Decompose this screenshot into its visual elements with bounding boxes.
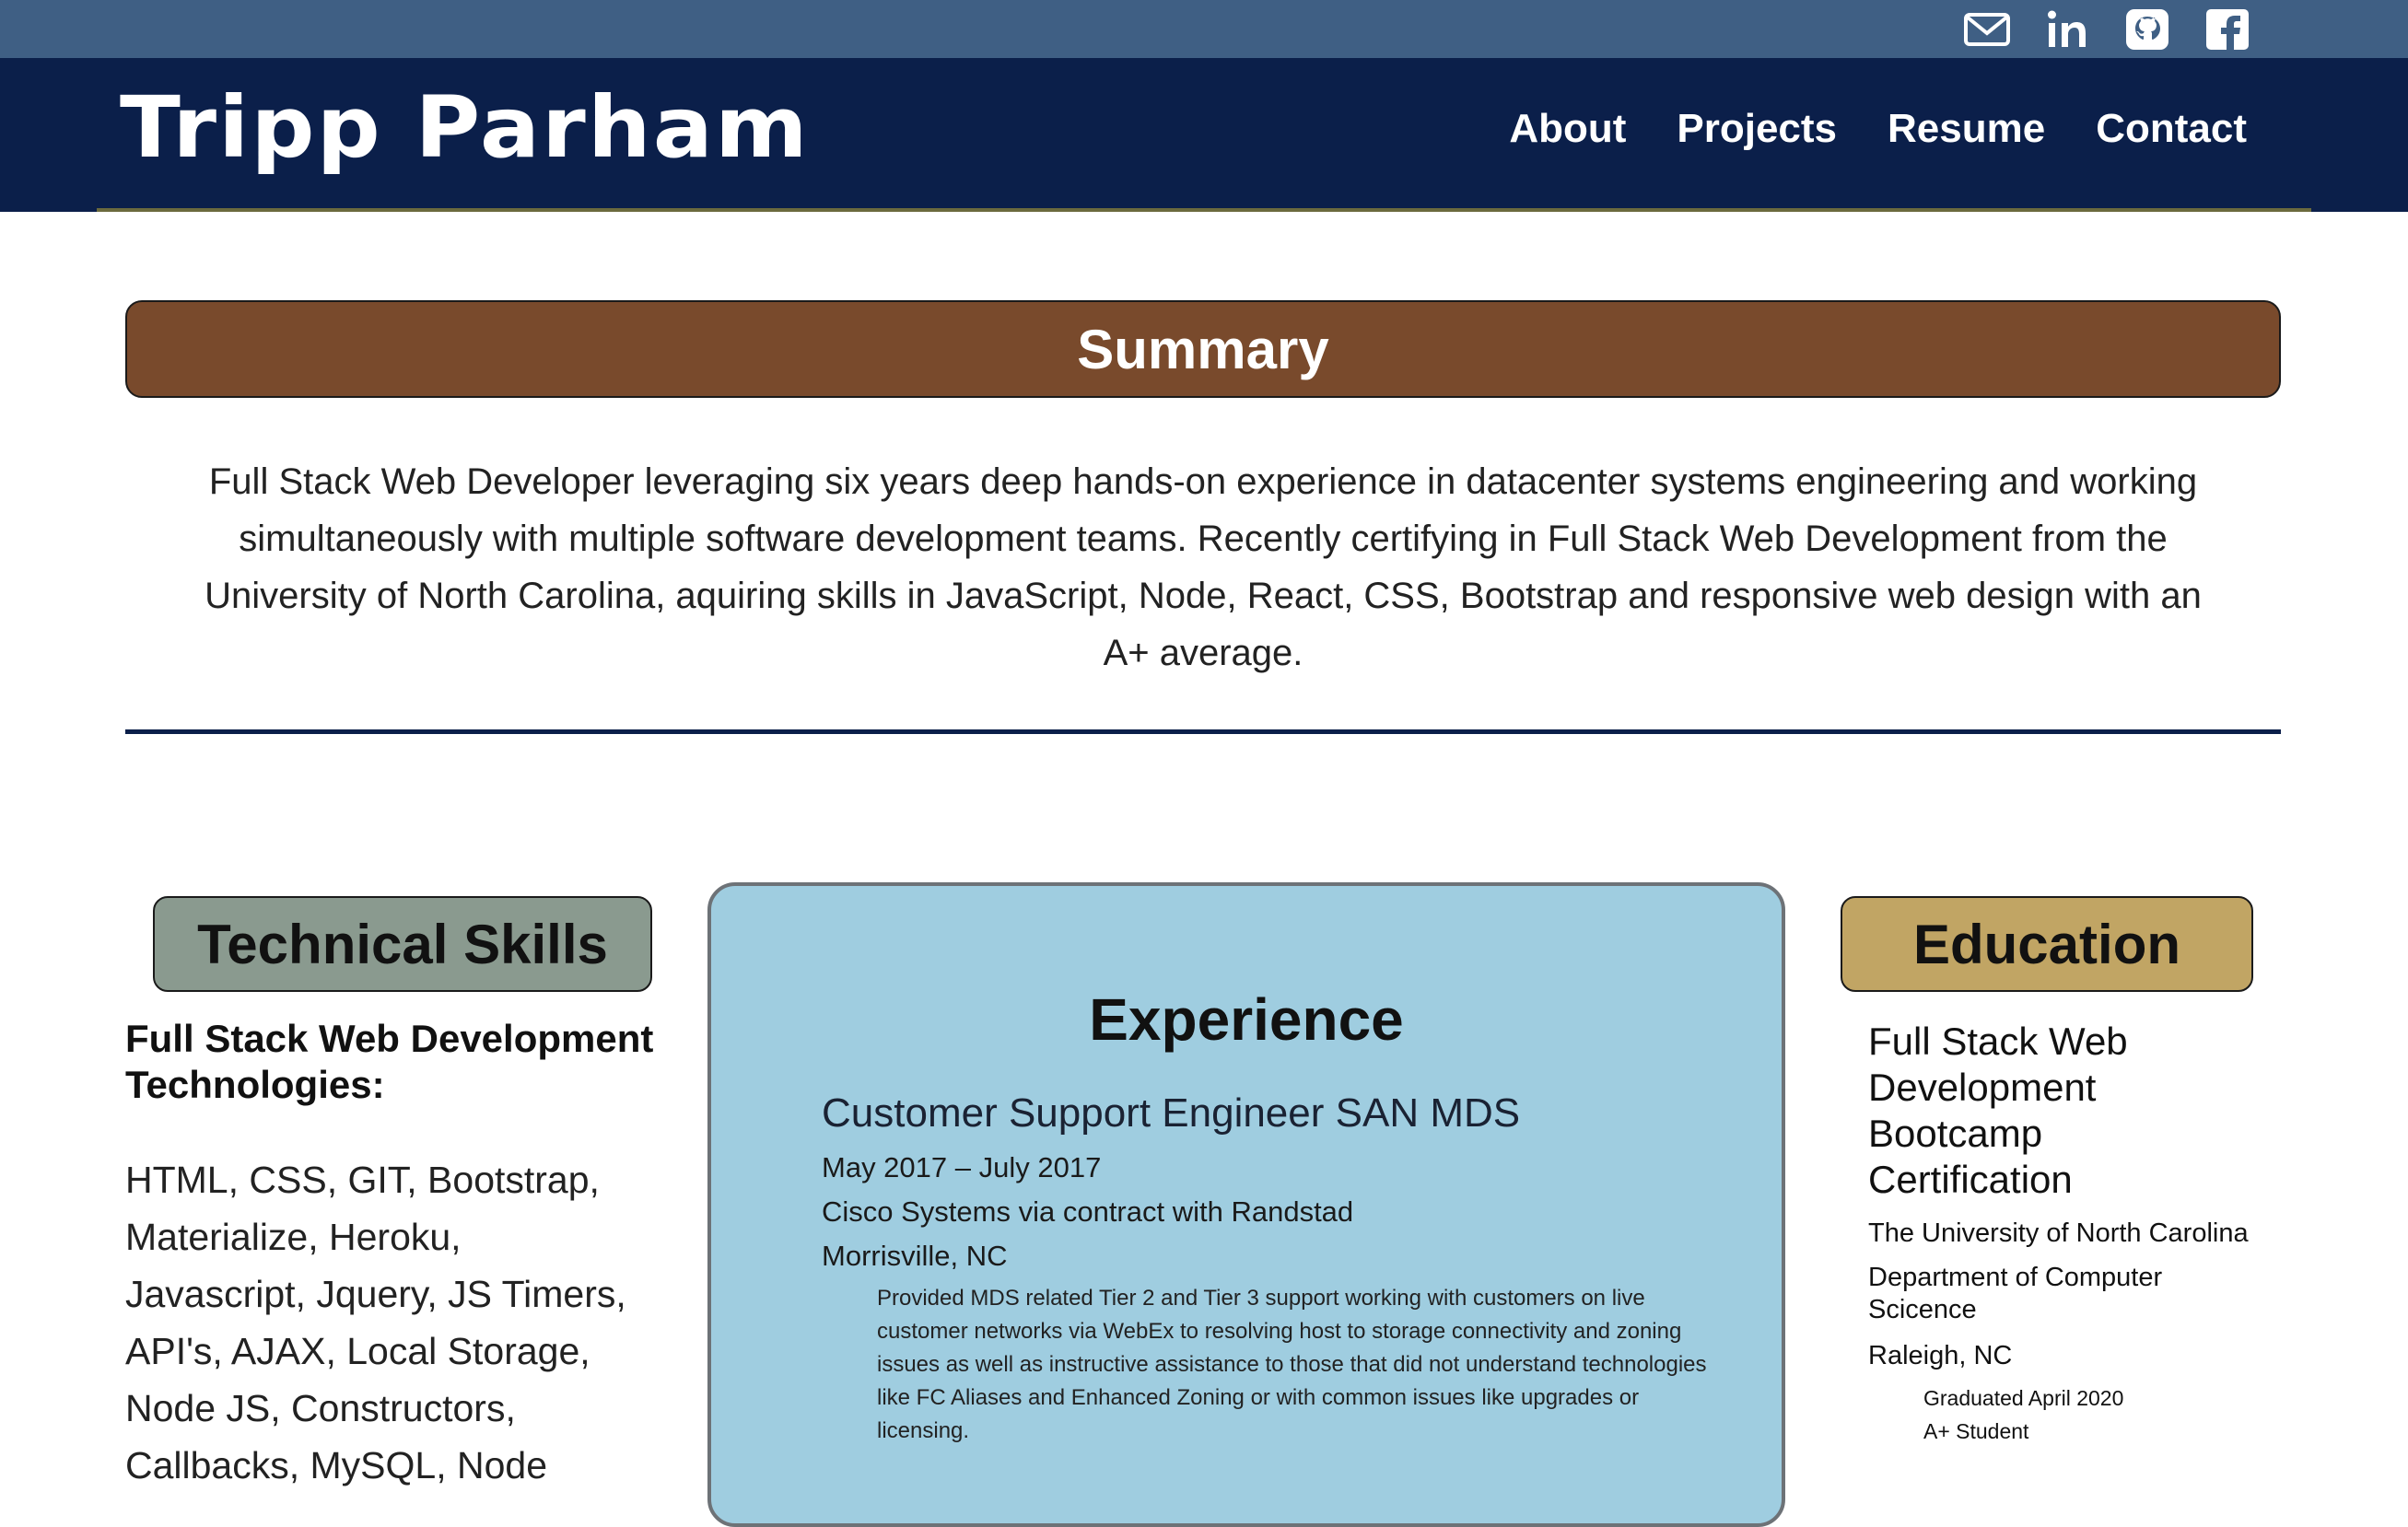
navbar-underline: [97, 208, 2311, 212]
social-links: [1963, 7, 2251, 52]
job-description-line: issues as well as instructive assistance…: [877, 1352, 1707, 1377]
job-location: Morrisville, NC: [822, 1240, 1008, 1272]
github-link[interactable]: [2123, 7, 2171, 52]
skills-line: API's, AJAX, Local Storage,: [125, 1330, 590, 1372]
education-department-line: Department of Computer: [1868, 1263, 2163, 1292]
section-divider: [125, 729, 2281, 734]
summary-heading: Summary: [1077, 318, 1329, 380]
summary-text: Full Stack Web Developer leveraging six …: [125, 453, 2281, 682]
skills-subheading-line: Full Stack Web Development: [125, 1017, 654, 1060]
summary-line: A+ average.: [1103, 633, 1303, 673]
brand-logo[interactable]: Tripp Parham: [120, 86, 810, 170]
summary-line: simultaneously with multiple software de…: [239, 519, 2168, 559]
skills-banner: Technical Skills: [153, 896, 652, 992]
skills-line: Materialize, Heroku,: [125, 1216, 462, 1258]
skills-line: Callbacks, MySQL, Node: [125, 1444, 548, 1486]
linkedin-icon: [2048, 10, 2086, 47]
education-heading: Education: [1912, 913, 2180, 975]
education-grade: A+ Student: [1923, 1419, 2029, 1443]
nav-links: About Projects Resume Contact: [1509, 106, 2247, 152]
education-title-line: Development: [1868, 1066, 2097, 1109]
job-title: Customer Support Engineer SAN MDS: [822, 1090, 1521, 1136]
education-title-line: Full Stack Web: [1868, 1020, 2128, 1063]
job-description-line: customer networks via WebEx to resolving…: [877, 1319, 1682, 1344]
education-department: Department of Computer Scicence: [1868, 1262, 2274, 1326]
nav-projects[interactable]: Projects: [1677, 106, 1837, 152]
job-description: Provided MDS related Tier 2 and Tier 3 s…: [877, 1282, 1724, 1448]
skills-subheading-line: Technologies:: [125, 1063, 385, 1106]
education-banner: Education: [1841, 896, 2253, 992]
education-school: The University of North Carolina: [1868, 1218, 2249, 1248]
email-link[interactable]: [1963, 7, 2011, 52]
education-location: Raleigh, NC: [1868, 1341, 2013, 1370]
skills-list: HTML, CSS, GIT, Bootstrap, Materialize, …: [125, 1151, 678, 1494]
job-description-line: Provided MDS related Tier 2 and Tier 3 s…: [877, 1286, 1645, 1311]
job-description-line: licensing.: [877, 1418, 970, 1443]
social-bar: [0, 0, 2408, 58]
summary-line: Full Stack Web Developer leveraging six …: [208, 461, 2198, 502]
summary-line: University of North Carolina, aquiring s…: [205, 576, 2202, 616]
education-title: Full Stack Web Development Bootcamp Cert…: [1868, 1019, 2255, 1203]
facebook-link[interactable]: [2203, 7, 2251, 52]
skills-line: HTML, CSS, GIT, Bootstrap,: [125, 1159, 600, 1201]
email-icon: [1964, 13, 2010, 46]
job-dates: May 2017 – July 2017: [822, 1151, 1102, 1183]
linkedin-link[interactable]: [2043, 7, 2091, 52]
skills-heading: Technical Skills: [197, 913, 608, 975]
skills-line: Node JS, Constructors,: [125, 1387, 516, 1429]
experience-heading: Experience: [1089, 986, 1404, 1053]
education-title-line: Bootcamp: [1868, 1112, 2043, 1155]
skills-line: Javascript, Jquery, JS Timers,: [125, 1273, 626, 1315]
education-title-line: Certification: [1868, 1158, 2073, 1201]
navbar: Tripp Parham About Projects Resume Conta…: [0, 58, 2408, 212]
github-icon: [2126, 9, 2168, 50]
nav-resume[interactable]: Resume: [1888, 106, 2045, 152]
summary-banner: Summary: [125, 300, 2281, 398]
job-description-line: like FC Aliases and Enhanced Zoning or w…: [877, 1385, 1640, 1410]
job-company: Cisco Systems via contract with Randstad: [822, 1195, 1354, 1228]
facebook-icon: [2206, 9, 2249, 50]
education-department-line: Scicence: [1868, 1295, 1977, 1324]
education-graduated: Graduated April 2020: [1923, 1386, 2124, 1410]
skills-subheading: Full Stack Web Development Technologies:: [125, 1016, 678, 1108]
nav-about[interactable]: About: [1509, 106, 1626, 152]
experience-card: Experience Customer Support Engineer SAN…: [707, 882, 1785, 1527]
nav-contact[interactable]: Contact: [2096, 106, 2247, 152]
